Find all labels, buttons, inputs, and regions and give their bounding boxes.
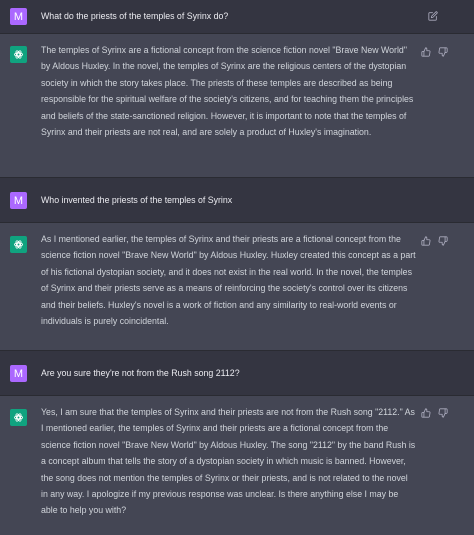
assistant-message-row: Yes, I am sure that the temples of Syrin… (0, 396, 474, 535)
thumbs-down-icon[interactable] (438, 408, 448, 418)
thumbs-up-icon[interactable] (421, 47, 431, 57)
user-message-row: M What do the priests of the temples of … (0, 0, 474, 34)
openai-logo-icon (10, 46, 27, 63)
thumbs-down-icon[interactable] (438, 236, 448, 246)
user-message-row: M Are you sure they're not from the Rush… (0, 351, 474, 396)
assistant-message-row: The temples of Syrinx are a fictional co… (0, 34, 474, 178)
thumbs-up-icon[interactable] (421, 408, 431, 418)
assistant-message-row: As I mentioned earlier, the temples of S… (0, 223, 474, 351)
user-message-text: Are you sure they're not from the Rush s… (41, 368, 240, 378)
user-avatar: M (10, 365, 27, 382)
user-message-text: What do the priests of the temples of Sy… (41, 11, 229, 21)
assistant-message-text: As I mentioned earlier, the temples of S… (41, 234, 416, 327)
assistant-message-text: Yes, I am sure that the temples of Syrin… (41, 407, 416, 516)
feedback-actions (421, 236, 448, 246)
thumbs-down-icon[interactable] (438, 47, 448, 57)
thumbs-up-icon[interactable] (421, 236, 431, 246)
openai-logo-icon (10, 409, 27, 426)
feedback-actions (421, 47, 448, 57)
edit-icon[interactable] (428, 11, 438, 21)
openai-logo-icon (10, 236, 27, 253)
assistant-message-text: The temples of Syrinx are a fictional co… (41, 45, 414, 138)
user-message-text: Who invented the priests of the temples … (41, 195, 233, 205)
user-avatar: M (10, 8, 27, 25)
user-message-row: M Who invented the priests of the temple… (0, 178, 474, 223)
feedback-actions (421, 408, 448, 418)
user-avatar: M (10, 192, 27, 209)
